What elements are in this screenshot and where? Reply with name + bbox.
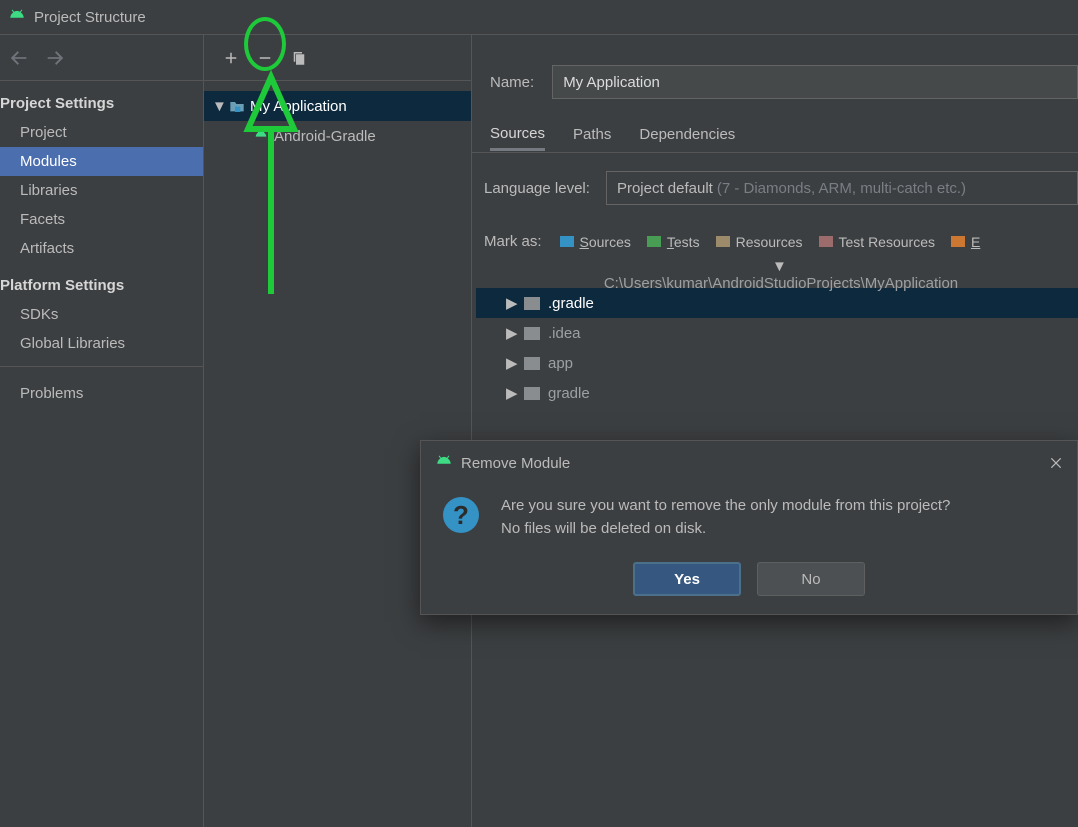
module-child-label: Android-Gradle	[274, 128, 471, 145]
tab-dependencies[interactable]: Dependencies	[639, 120, 735, 149]
expand-icon[interactable]: ▶	[506, 324, 524, 342]
tree-item-app[interactable]: ▶ app	[476, 348, 1078, 378]
expand-icon[interactable]: ▶	[506, 384, 524, 402]
question-icon: ?	[441, 495, 481, 540]
collapse-icon[interactable]: ▼	[772, 258, 790, 275]
sidebar-bottom: Problems	[0, 366, 203, 408]
mark-test-resources[interactable]: Test Resources	[819, 234, 935, 250]
close-icon[interactable]	[1049, 456, 1063, 470]
android-icon	[252, 129, 270, 143]
collapse-icon[interactable]: ▼	[212, 98, 228, 115]
name-label: Name:	[490, 74, 534, 91]
module-panel: ▼ My Application Android-Gradle	[204, 35, 472, 827]
tree-item-gradle2[interactable]: ▶ gradle	[476, 378, 1078, 408]
tree-item-label: .idea	[548, 325, 581, 342]
module-name-input[interactable]	[552, 65, 1078, 99]
tree-item-gradle[interactable]: ▶ .gradle	[476, 288, 1078, 318]
source-folder-tree: ▼ C:\Users\kumar\AndroidStudioProjects\M…	[472, 258, 1078, 408]
module-detail-panel: Name: Sources Paths Dependencies Languag…	[472, 35, 1078, 827]
mark-as-label: Mark as:	[484, 233, 542, 250]
folder-icon	[647, 236, 661, 247]
sidebar-item-problems[interactable]: Problems	[0, 367, 203, 408]
language-level-label: Language level:	[484, 180, 590, 197]
add-module-button[interactable]	[222, 49, 240, 67]
dialog-message: Are you sure you want to remove the only…	[501, 495, 950, 540]
module-tree-root[interactable]: ▼ My Application	[204, 91, 471, 121]
mark-excluded[interactable]: E	[951, 234, 980, 250]
folder-icon	[524, 387, 540, 400]
android-icon	[435, 454, 453, 472]
module-root-label: My Application	[250, 98, 471, 115]
sidebar-item-sdks[interactable]: SDKs	[0, 300, 203, 329]
remove-module-button[interactable]	[256, 49, 274, 67]
language-level-select[interactable]: Project default (7 - Diamonds, ARM, mult…	[606, 171, 1078, 205]
tree-item-label: gradle	[548, 385, 590, 402]
sidebar-item-global-libraries[interactable]: Global Libraries	[0, 329, 203, 358]
title-bar: Project Structure	[0, 0, 1078, 34]
module-tree-child[interactable]: Android-Gradle	[204, 121, 471, 151]
no-button[interactable]: No	[757, 562, 865, 596]
tree-root[interactable]: ▼ C:\Users\kumar\AndroidStudioProjects\M…	[476, 258, 1078, 288]
expand-icon[interactable]: ▶	[506, 294, 524, 312]
tree-root-path: C:\Users\kumar\AndroidStudioProjects\MyA…	[604, 275, 958, 292]
sidebar-item-project[interactable]: Project	[0, 118, 203, 147]
folder-icon	[524, 297, 540, 310]
sidebar-item-libraries[interactable]: Libraries	[0, 176, 203, 205]
tab-paths[interactable]: Paths	[573, 120, 611, 149]
left-sidebar: Project Settings Project Modules Librari…	[0, 35, 204, 827]
folder-icon	[819, 236, 833, 247]
expand-icon[interactable]: ▶	[506, 354, 524, 372]
svg-text:?: ?	[453, 500, 469, 530]
folder-icon	[951, 236, 965, 247]
window-title: Project Structure	[34, 9, 146, 26]
folder-icon	[560, 236, 574, 247]
tree-item-idea[interactable]: ▶ .idea	[476, 318, 1078, 348]
android-icon	[8, 8, 26, 26]
mark-resources[interactable]: Resources	[716, 234, 803, 250]
nav-controls	[0, 35, 203, 81]
mark-as-row: Mark as: Sources Tests Resources Test Re…	[472, 223, 1078, 258]
tree-item-label: .gradle	[548, 295, 594, 312]
section-platform-settings: Platform Settings	[0, 263, 203, 300]
tab-sources[interactable]: Sources	[490, 119, 545, 151]
mark-sources[interactable]: Sources	[560, 234, 631, 250]
copy-module-button[interactable]	[290, 49, 308, 67]
mark-tests[interactable]: Tests	[647, 234, 700, 250]
folder-icon	[524, 357, 540, 370]
tree-item-label: app	[548, 355, 573, 372]
folder-icon	[716, 236, 730, 247]
module-tabs: Sources Paths Dependencies	[472, 117, 1078, 153]
remove-module-dialog: Remove Module ? Are you sure you want to…	[420, 440, 1078, 615]
sidebar-item-artifacts[interactable]: Artifacts	[0, 234, 203, 263]
section-project-settings: Project Settings	[0, 81, 203, 118]
language-level-value: Project default	[617, 180, 713, 197]
module-toolbar	[204, 35, 471, 81]
module-tree: ▼ My Application Android-Gradle	[204, 81, 471, 151]
back-arrow-icon[interactable]	[8, 47, 30, 69]
language-level-hint: (7 - Diamonds, ARM, multi-catch etc.)	[717, 180, 966, 197]
sidebar-item-facets[interactable]: Facets	[0, 205, 203, 234]
forward-arrow-icon[interactable]	[44, 47, 66, 69]
dialog-title: Remove Module	[461, 455, 1049, 472]
folder-icon	[524, 327, 540, 340]
module-folder-icon	[228, 99, 246, 113]
yes-button[interactable]: Yes	[633, 562, 741, 596]
sidebar-item-modules[interactable]: Modules	[0, 147, 203, 176]
